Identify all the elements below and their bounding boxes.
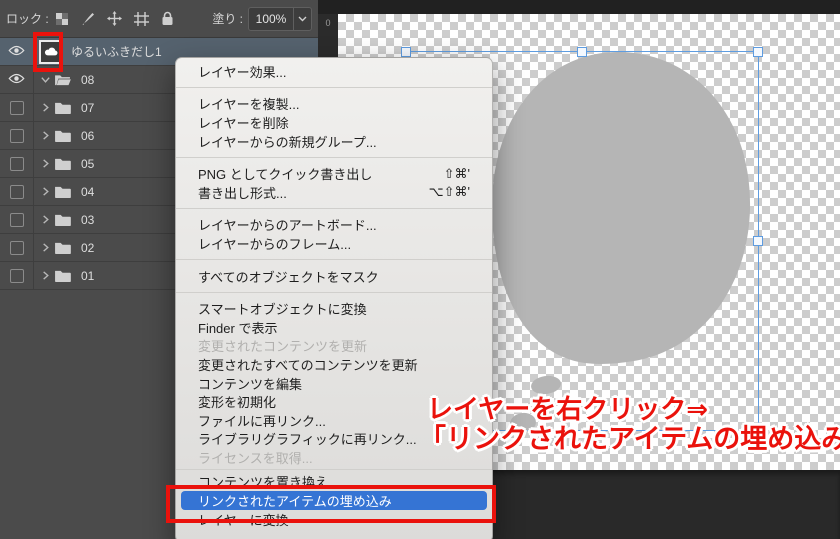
horizontal-ruler — [318, 0, 840, 14]
visibility-checkbox[interactable] — [10, 241, 24, 255]
menu-item-export-as[interactable]: 書き出し形式...⌥⇧⌘' — [176, 183, 492, 202]
chevron-right-icon[interactable] — [40, 158, 51, 169]
artboard-lock-icon[interactable] — [134, 12, 149, 26]
visibility-checkbox[interactable] — [10, 129, 24, 143]
selection-handle-top-left[interactable] — [401, 47, 411, 57]
folder-icon — [54, 129, 71, 142]
fill-label: 塗り : — [212, 10, 243, 27]
layer-name: 01 — [81, 269, 94, 283]
annotation-box-layer-thumbnail — [33, 32, 63, 72]
selection-handle-right-middle[interactable] — [753, 236, 763, 246]
folder-icon — [54, 213, 71, 226]
visibility-checkbox[interactable] — [10, 185, 24, 199]
chevron-right-icon[interactable] — [40, 186, 51, 197]
layer-name: 08 — [81, 73, 94, 87]
menu-item-layer-effects[interactable]: レイヤー効果... — [176, 62, 492, 81]
visibility-checkbox[interactable] — [10, 157, 24, 171]
layer-name: ゆるいふきだし1 — [71, 43, 162, 60]
folder-icon — [54, 185, 71, 198]
menu-separator — [176, 157, 492, 158]
menu-item-frame-from-layers[interactable]: レイヤーからのフレーム... — [176, 234, 492, 253]
photoshop-screenshot: 0 ロック : 塗り : 100% — [0, 0, 840, 539]
layer-name: 03 — [81, 213, 94, 227]
visibility-checkbox[interactable] — [10, 101, 24, 115]
chevron-right-icon[interactable] — [40, 242, 51, 253]
menu-separator — [176, 469, 492, 470]
menu-separator — [176, 208, 492, 209]
visibility-toggle[interactable] — [0, 66, 34, 93]
menu-separator — [176, 259, 492, 260]
annotation-text-line2: 「リンクされたアイテムの埋め込み」 — [419, 417, 840, 456]
chevron-down-icon[interactable] — [40, 74, 51, 85]
chevron-right-icon[interactable] — [40, 130, 51, 141]
folder-icon — [54, 157, 71, 170]
chevron-right-icon[interactable] — [40, 270, 51, 281]
transparency-lock-icon[interactable] — [55, 12, 69, 26]
menu-item-artboard-from-layers[interactable]: レイヤーからのアートボード... — [176, 216, 492, 235]
lock-all-icon[interactable] — [161, 11, 174, 26]
annotation-box-embed-menu-item — [166, 485, 496, 523]
selection-handle-top-middle[interactable] — [577, 47, 587, 57]
menu-item-convert-to-smart-object[interactable]: スマートオブジェクトに変換 — [176, 299, 492, 318]
folder-icon — [54, 101, 71, 114]
chevron-right-icon[interactable] — [40, 214, 51, 225]
menu-item-duplicate-layer[interactable]: レイヤーを複製... — [176, 95, 492, 114]
menu-item-update-all-modified-content[interactable]: 変更されたすべてのコンテンツを更新 — [176, 355, 492, 374]
menu-separator — [176, 292, 492, 293]
menu-item-update-modified-content: 変更されたコンテンツを更新 — [176, 337, 492, 356]
layer-name: 06 — [81, 129, 94, 143]
fill-value-field[interactable]: 100% — [249, 8, 293, 30]
shortcut-label: ⇧⌘' — [444, 166, 470, 182]
ruler-origin-label: 0 — [318, 18, 338, 28]
eye-icon — [8, 45, 25, 59]
visibility-checkbox[interactable] — [10, 269, 24, 283]
menu-item-quick-export-png[interactable]: PNG としてクイック書き出し⇧⌘' — [176, 164, 492, 183]
folder-icon — [54, 241, 71, 254]
menu-separator — [176, 87, 492, 88]
lock-label: ロック : — [6, 10, 49, 27]
visibility-toggle[interactable] — [0, 38, 34, 65]
chevron-down-icon[interactable] — [293, 8, 311, 30]
eye-icon — [8, 73, 25, 87]
move-lock-icon[interactable] — [107, 11, 122, 26]
menu-item-reveal-in-finder[interactable]: Finder で表示 — [176, 318, 492, 337]
menu-item-delete-layer[interactable]: レイヤーを削除 — [176, 113, 492, 132]
visibility-checkbox[interactable] — [10, 213, 24, 227]
layer-name: 05 — [81, 157, 94, 171]
menu-item-mask-all-objects[interactable]: すべてのオブジェクトをマスク — [176, 267, 492, 286]
layer-context-menu: レイヤー効果... レイヤーを複製... レイヤーを削除 レイヤーからの新規グル… — [175, 57, 493, 539]
chevron-right-icon[interactable] — [40, 102, 51, 113]
layer-name: 02 — [81, 241, 94, 255]
folder-icon — [54, 269, 71, 282]
menu-item-new-group-from-layers[interactable]: レイヤーからの新規グループ... — [176, 132, 492, 151]
brush-lock-icon[interactable] — [81, 12, 95, 26]
layer-name: 07 — [81, 101, 94, 115]
layer-name: 04 — [81, 185, 94, 199]
shortcut-label: ⌥⇧⌘' — [429, 184, 470, 200]
selection-handle-top-right[interactable] — [753, 47, 763, 57]
open-folder-icon — [54, 73, 71, 86]
